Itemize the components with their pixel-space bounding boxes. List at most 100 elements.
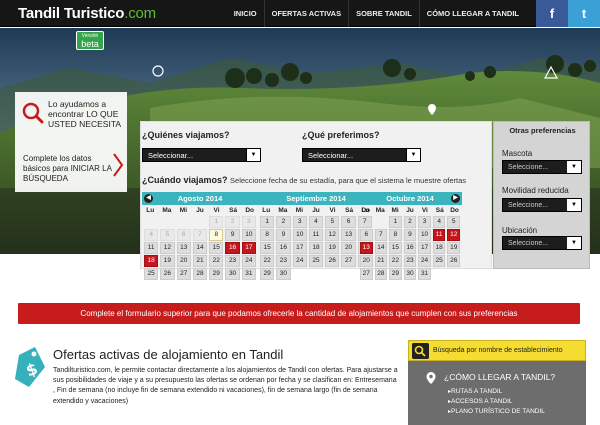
calendar-day[interactable]: 9 xyxy=(403,229,417,241)
calendar-day[interactable]: 26 xyxy=(325,255,340,267)
calendar-day[interactable]: 6 xyxy=(341,216,356,228)
who-select[interactable]: Seleccionar... ▼ xyxy=(142,148,261,162)
calendar-day[interactable]: 24 xyxy=(418,255,431,267)
site-logo[interactable]: Tandil Turistico.com xyxy=(18,5,156,22)
calendar-day[interactable]: 29 xyxy=(389,268,402,280)
link-rutas[interactable]: RUTAS A TANDIL xyxy=(448,387,545,397)
nav-sobre-tandil[interactable]: SOBRE TANDIL xyxy=(348,0,419,27)
calendar-day[interactable]: 11 xyxy=(432,229,446,241)
calendar-day[interactable]: 10 xyxy=(292,229,307,241)
pref-ubicacion-select[interactable]: Seleccione... ▼ xyxy=(502,236,582,250)
calendar-day[interactable]: 8 xyxy=(389,229,402,241)
calendar-day[interactable]: 21 xyxy=(192,255,208,267)
calendar-day[interactable]: 2 xyxy=(276,216,291,228)
calendar-day[interactable]: 14 xyxy=(192,242,208,254)
calendar-day[interactable]: 24 xyxy=(241,255,256,267)
link-accesos[interactable]: ACCESOS A TANDIL xyxy=(448,397,545,407)
calendar-day[interactable]: 3 xyxy=(418,216,431,228)
calendar-day[interactable]: 22 xyxy=(209,255,224,267)
calendar-day[interactable]: 4 xyxy=(308,216,324,228)
calendar-day[interactable]: 27 xyxy=(176,268,191,280)
calendar-day[interactable]: 24 xyxy=(292,255,307,267)
calendar-day[interactable]: 18 xyxy=(144,255,159,267)
calendar-day[interactable]: 13 xyxy=(360,242,373,254)
calendar-day[interactable]: 25 xyxy=(144,268,159,280)
twitter-icon[interactable]: t xyxy=(568,0,600,27)
calendar-day[interactable]: 20 xyxy=(341,242,356,254)
pref-mascota-select[interactable]: Seleccione... ▼ xyxy=(502,160,582,174)
calendar-day[interactable]: 26 xyxy=(447,255,460,267)
prefer-select[interactable]: Seleccionar... ▼ xyxy=(302,148,421,162)
calendar-day[interactable]: 27 xyxy=(360,268,373,280)
calendar-day[interactable]: 15 xyxy=(209,242,224,254)
calendar-day[interactable]: 29 xyxy=(260,268,275,280)
calendar-day[interactable]: 15 xyxy=(260,242,275,254)
calendar-day[interactable]: 11 xyxy=(144,242,159,254)
nav-como-llegar[interactable]: CÓMO LLEGAR A TANDIL xyxy=(418,0,526,27)
calendar-day[interactable]: 9 xyxy=(225,229,240,241)
calendar-day[interactable]: 25 xyxy=(432,255,446,267)
calendar-day[interactable]: 18 xyxy=(432,242,446,254)
calendar-day[interactable]: 23 xyxy=(403,255,417,267)
calendar-day[interactable]: 27 xyxy=(341,255,356,267)
calendar-day[interactable]: 22 xyxy=(389,255,402,267)
calendar-day[interactable]: 17 xyxy=(418,242,431,254)
link-plano[interactable]: PLANO TURÍSTICO DE TANDIL xyxy=(448,407,545,417)
calendar-day[interactable]: 12 xyxy=(325,229,340,241)
name-search-bar[interactable]: Búsqueda por nombre de establecimiento xyxy=(408,340,586,361)
calendar-day[interactable]: 9 xyxy=(276,229,291,241)
calendar-day[interactable]: 7 xyxy=(374,229,388,241)
calendar-day[interactable]: 12 xyxy=(160,242,175,254)
calendar-day[interactable]: 14 xyxy=(374,242,388,254)
facebook-icon[interactable]: f xyxy=(536,0,568,27)
calendar-day[interactable]: 11 xyxy=(308,229,324,241)
calendar-day[interactable]: 2 xyxy=(403,216,417,228)
calendar-day[interactable]: 22 xyxy=(260,255,275,267)
calendar-day[interactable]: 15 xyxy=(389,242,402,254)
calendar-day[interactable]: 19 xyxy=(160,255,175,267)
calendar-day[interactable]: 23 xyxy=(276,255,291,267)
prev-month-icon[interactable]: ◀ xyxy=(144,194,153,203)
calendar-day[interactable]: 30 xyxy=(276,268,291,280)
calendar-day[interactable]: 12 xyxy=(447,229,460,241)
calendar-day[interactable]: 30 xyxy=(225,268,240,280)
calendar-day[interactable]: 10 xyxy=(241,229,256,241)
calendar-day[interactable]: 29 xyxy=(209,268,224,280)
calendar-day[interactable]: 5 xyxy=(325,216,340,228)
calendar-day[interactable]: 3 xyxy=(292,216,307,228)
calendar-day[interactable]: 13 xyxy=(341,229,356,241)
calendar-day[interactable]: 1 xyxy=(260,216,275,228)
calendar-day[interactable]: 19 xyxy=(447,242,460,254)
calendar-day[interactable]: 21 xyxy=(374,255,388,267)
weekday-label: Lu xyxy=(262,207,271,214)
nav-inicio[interactable]: INICIO xyxy=(227,0,264,27)
calendar-day[interactable]: 20 xyxy=(176,255,191,267)
calendar-day[interactable]: 28 xyxy=(192,268,208,280)
calendar-day[interactable]: 23 xyxy=(225,255,240,267)
calendar-day[interactable]: 19 xyxy=(325,242,340,254)
calendar-day[interactable]: 10 xyxy=(418,229,431,241)
calendar-day[interactable]: 8 xyxy=(260,229,275,241)
next-month-icon[interactable]: ▶ xyxy=(451,194,460,203)
calendar-day[interactable]: 28 xyxy=(374,268,388,280)
calendar-day[interactable]: 16 xyxy=(276,242,291,254)
calendar-day[interactable]: 31 xyxy=(241,268,256,280)
calendar-day[interactable]: 5 xyxy=(447,216,460,228)
calendar-day[interactable]: 13 xyxy=(176,242,191,254)
calendar-day[interactable]: 1 xyxy=(389,216,402,228)
calendar-day[interactable]: 30 xyxy=(403,268,417,280)
nav-ofertas-activas[interactable]: OFERTAS ACTIVAS xyxy=(263,0,348,27)
calendar-day[interactable]: 26 xyxy=(160,268,175,280)
calendar-day[interactable]: 16 xyxy=(403,242,417,254)
calendar-day[interactable]: 17 xyxy=(241,242,256,254)
calendar-day[interactable]: 31 xyxy=(418,268,431,280)
calendar-day[interactable]: 4 xyxy=(432,216,446,228)
calendar-day[interactable]: 20 xyxy=(360,255,373,267)
calendar-day[interactable]: 25 xyxy=(308,255,324,267)
calendar-day[interactable]: 16 xyxy=(225,242,240,254)
pref-movilidad-select[interactable]: Seleccione... ▼ xyxy=(502,198,582,212)
calendar-day[interactable]: 6 xyxy=(360,229,373,241)
calendar-day[interactable]: 17 xyxy=(292,242,307,254)
calendar-day[interactable]: 8 xyxy=(209,229,224,241)
calendar-day[interactable]: 18 xyxy=(308,242,324,254)
